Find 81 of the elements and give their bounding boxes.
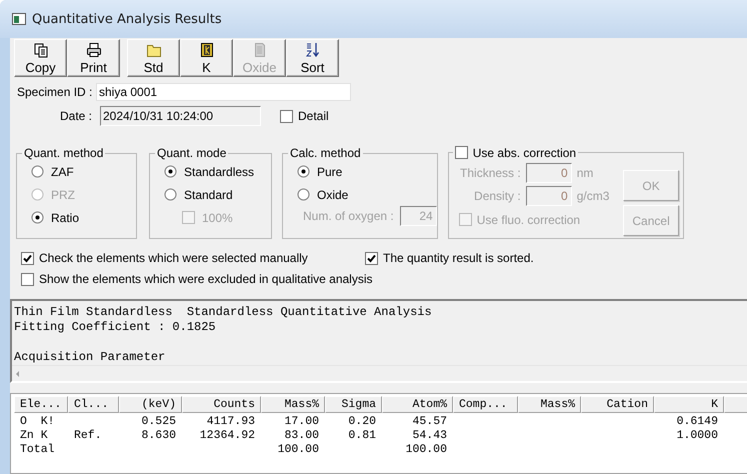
table-cell: 4117.93: [206, 415, 255, 428]
toolbar-button[interactable]: K: [180, 39, 233, 77]
toolbar-button[interactable]: Copy: [14, 39, 67, 77]
checkbox[interactable]: [365, 252, 378, 264]
toolbar-button[interactable]: Print: [67, 39, 120, 77]
checkbox[interactable]: [21, 252, 34, 264]
checkbox-label: Detail: [298, 109, 329, 123]
field-label: Density :: [473, 189, 521, 203]
column-header[interactable]: K: [654, 396, 724, 413]
checkbox-label: Check the elements which were selected manually: [39, 251, 308, 265]
table-cell: O K!: [20, 415, 55, 428]
table-cell: 54.43: [412, 429, 447, 442]
radio-button[interactable]: [31, 211, 44, 224]
window-title: Quantitative Analysis Results: [32, 12, 222, 26]
radio-label: Pure: [317, 164, 342, 178]
checkbox[interactable]: [454, 146, 468, 159]
table-cell: 0.6149: [676, 415, 718, 428]
table-cell: Total: [20, 443, 55, 456]
table-cell: 12364.92: [200, 429, 255, 442]
column-header[interactable]: (keV): [119, 396, 182, 413]
group-title: Quant. method: [23, 146, 104, 160]
toolbar-button[interactable]: Std: [127, 39, 180, 77]
group-title: Quant. mode: [156, 146, 228, 160]
unit-label: nm: [576, 166, 594, 180]
table-cell: Zn K: [20, 429, 48, 442]
report-heading: Acquisition Parameter: [14, 350, 166, 365]
radio-button[interactable]: [297, 165, 310, 178]
field-label: Thickness :: [459, 166, 521, 180]
table-cell: 100.00: [278, 443, 319, 456]
radio-label: Standardless: [184, 164, 254, 178]
book-icon: [198, 42, 214, 58]
date-field[interactable]: 2024/10/31 10:24:00: [100, 106, 261, 126]
radio-label: Ratio: [51, 210, 80, 224]
column-header[interactable]: Cation: [581, 396, 654, 413]
specimen-id-field[interactable]: shiya 0001: [96, 83, 351, 101]
radio-label: PRZ: [51, 188, 75, 202]
radio-button[interactable]: [164, 165, 177, 178]
radio-button[interactable]: [164, 188, 177, 201]
table-cell: 100.00: [406, 443, 447, 456]
radio-button[interactable]: [31, 165, 44, 178]
column-header[interactable]: Ele...: [14, 396, 68, 413]
table-cell: 0.81: [348, 429, 376, 442]
radio-label: ZAF: [51, 164, 74, 178]
field-label: Specimen ID :: [17, 85, 94, 99]
sort-icon: [304, 42, 320, 58]
radio-button[interactable]: [297, 188, 310, 201]
table-cell: 8.630: [141, 429, 176, 442]
field-label: Date :: [58, 109, 92, 123]
unit-label: g/cm3: [576, 189, 610, 203]
printer-icon: [86, 42, 102, 58]
group-title: Calc. method: [289, 146, 362, 160]
column-header[interactable]: Cl...: [68, 396, 119, 413]
report-line: Thin Film Standardless Standardless Quantitative Analysis: [14, 305, 432, 320]
field-label: Num. of oxygen :: [303, 208, 394, 222]
checkbox[interactable]: [280, 110, 293, 122]
folder-icon: [146, 42, 162, 58]
column-header[interactable]: Counts: [182, 396, 261, 413]
table-cell: 17.00: [284, 415, 319, 428]
radio-label: Oxide: [317, 188, 348, 202]
checkbox-label: 100%: [202, 210, 233, 224]
column-header[interactable]: Mass%: [518, 396, 581, 413]
table-cell: 0.525: [141, 415, 176, 428]
radio-label: Standard: [184, 188, 233, 202]
checkbox[interactable]: [21, 272, 34, 286]
table-cell: 83.00: [284, 429, 319, 442]
table-cell: 45.57: [412, 415, 447, 428]
column-header[interactable]: Atom%: [382, 396, 453, 413]
column-header[interactable]: Mass%: [261, 396, 325, 413]
toolbar-button[interactable]: Sort: [286, 39, 339, 77]
checkbox-label: Use abs. correction: [472, 146, 576, 160]
table-cell: 1.0000: [676, 429, 718, 442]
column-header[interactable]: Comp...: [453, 396, 518, 413]
copy-icon: [32, 42, 48, 58]
column-header[interactable]: Sigma: [325, 396, 382, 413]
table-cell: Ref.: [74, 429, 102, 442]
report-line: Fitting Coefficient : 0.1825: [14, 320, 216, 335]
window-icon: [12, 13, 26, 25]
table-cell: 0.20: [348, 415, 376, 428]
checkbox-label: The quantity result is sorted.: [383, 251, 534, 265]
checkbox-label: Show the elements which were excluded in qualitative analysis: [39, 272, 373, 286]
checkbox-label: Use fluo. correction: [476, 212, 580, 226]
